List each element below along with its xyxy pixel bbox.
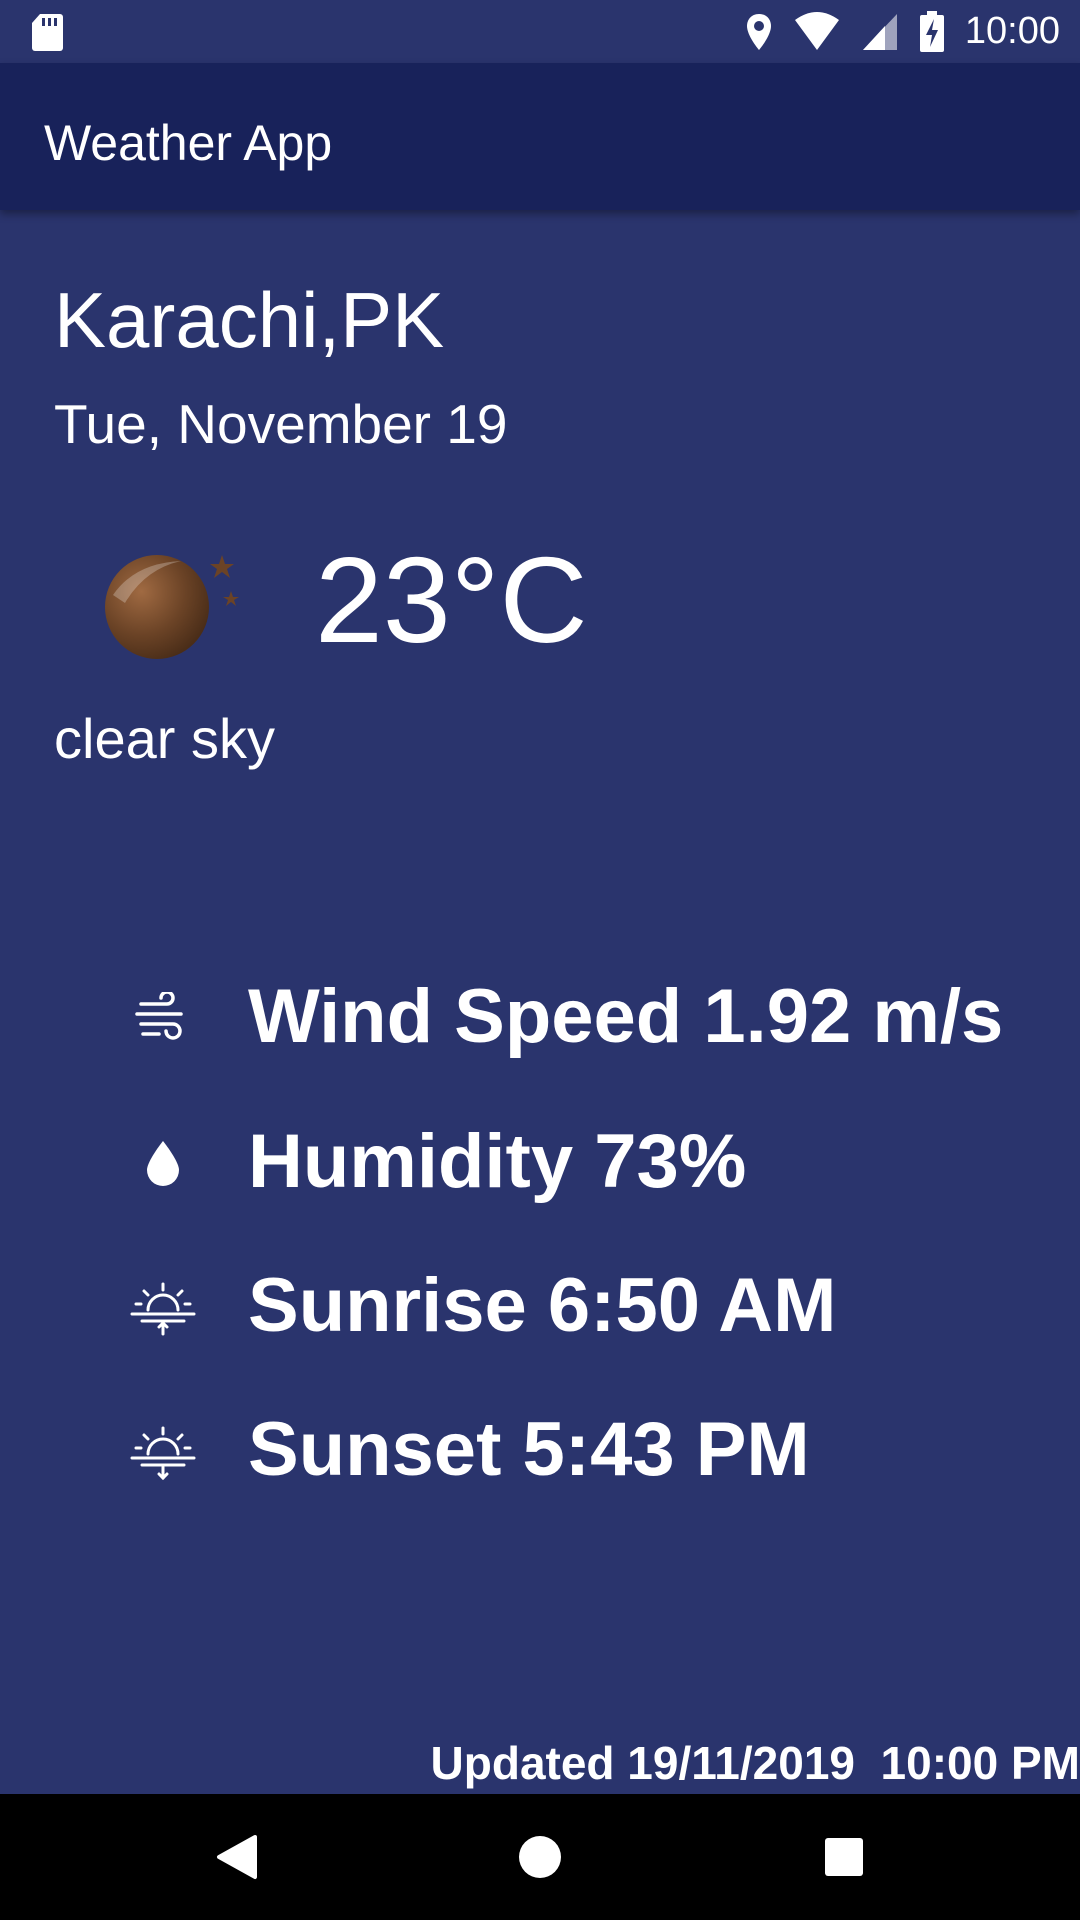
sunrise-row: Sunrise 6:50 AM xyxy=(125,1256,836,1356)
back-button[interactable] xyxy=(204,1824,270,1890)
sunrise-icon xyxy=(125,1269,200,1344)
app-title: Weather App xyxy=(44,115,333,171)
temperature: 23°C xyxy=(315,532,588,668)
app-bar: Weather App xyxy=(0,63,1080,210)
sunset-icon xyxy=(125,1413,200,1488)
wind-icon xyxy=(125,980,200,1055)
status-bar: 10:00 xyxy=(0,0,1080,63)
status-time: 10:00 xyxy=(964,10,1060,52)
sunset-text: Sunset 5:43 PM xyxy=(248,1407,810,1492)
navigation-bar xyxy=(0,1794,1080,1920)
battery-charging-icon xyxy=(919,10,944,52)
sunset-row: Sunset 5:43 PM xyxy=(125,1400,810,1500)
wind-speed-text: Wind Speed 1.92 m/s xyxy=(248,974,1004,1059)
city-name: Karachi,PK xyxy=(54,276,445,364)
humidity-drop-icon xyxy=(125,1125,200,1200)
moon-clear-night-icon xyxy=(105,555,239,659)
home-icon xyxy=(519,1836,561,1878)
current-date: Tue, November 19 xyxy=(54,393,508,455)
recents-icon xyxy=(825,1838,863,1876)
location-icon xyxy=(746,13,771,50)
sunrise-text: Sunrise 6:50 AM xyxy=(248,1263,837,1348)
signal-icon xyxy=(862,13,897,50)
humidity-row: Humidity 73% xyxy=(125,1112,746,1212)
weather-description: clear sky xyxy=(54,707,275,770)
back-icon xyxy=(217,1835,257,1879)
sd-card-icon xyxy=(32,14,63,51)
updated-timestamp: Updated 19/11/2019 10:00 PM xyxy=(430,1737,1080,1789)
wifi-icon xyxy=(794,11,839,50)
wind-speed-row: Wind Speed 1.92 m/s xyxy=(125,967,1003,1067)
recents-button[interactable] xyxy=(811,1824,877,1890)
humidity-text: Humidity 73% xyxy=(248,1119,747,1204)
home-button[interactable] xyxy=(507,1824,573,1890)
